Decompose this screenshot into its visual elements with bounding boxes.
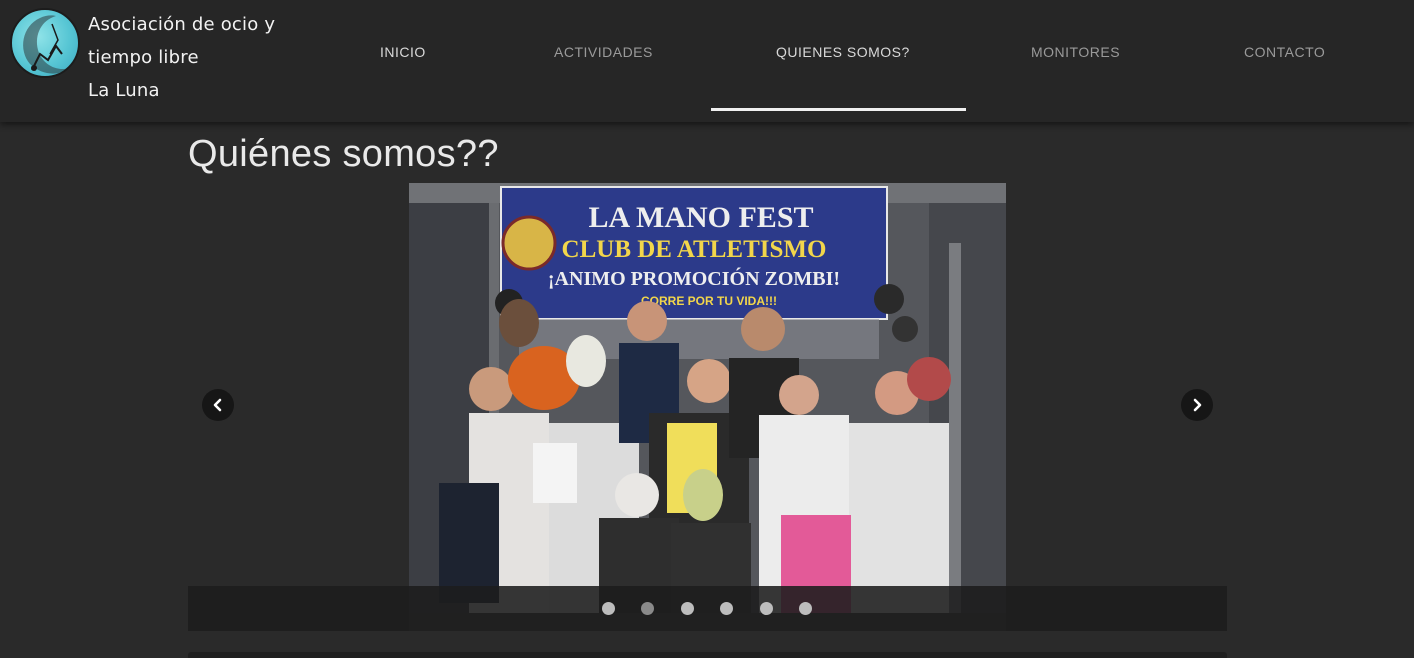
slider-prev-button[interactable] — [202, 389, 234, 421]
nav-item-monitores[interactable]: MONITORES — [1031, 44, 1120, 60]
banner-text-4: CORRE POR TU VIDA!!! — [641, 294, 777, 308]
chevron-right-icon — [1193, 398, 1202, 412]
slider-dot-6[interactable] — [799, 602, 812, 615]
slider-dot-2[interactable] — [641, 602, 654, 615]
slider-next-button[interactable] — [1181, 389, 1213, 421]
image-slider: LA MANO FEST CLUB DE ATLETISMO ¡ANIMO PR… — [188, 183, 1227, 631]
banner-text-2: CLUB DE ATLETISMO — [562, 236, 827, 263]
slider-dots — [188, 602, 1227, 616]
banner-text-1: LA MANO FEST — [588, 201, 813, 234]
nav-item-actividades[interactable]: ACTIVIDADES — [554, 44, 653, 60]
active-nav-indicator — [711, 108, 966, 111]
slider-dot-1[interactable] — [602, 602, 615, 615]
slider-dot-5[interactable] — [760, 602, 773, 615]
group-photo-illustration: LA MANO FEST CLUB DE ATLETISMO ¡ANIMO PR… — [409, 183, 1006, 631]
site-header: Asociación de ocio y tiempo libre La Lun… — [0, 0, 1414, 122]
slider-dot-3[interactable] — [681, 602, 694, 615]
nav-item-inicio[interactable]: INICIO — [380, 44, 426, 60]
slider-dot-4[interactable] — [720, 602, 733, 615]
page-title: Quiénes somos?? — [188, 133, 499, 175]
slide-image: LA MANO FEST CLUB DE ATLETISMO ¡ANIMO PR… — [409, 183, 1006, 631]
nav-item-contacto[interactable]: CONTACTO — [1244, 44, 1325, 60]
banner-text-3: ¡ANIMO PROMOCIÓN ZOMBI! — [548, 266, 840, 290]
nav-item-quienes-somos[interactable]: QUIENES SOMOS? — [776, 44, 910, 60]
main-nav: INICIO ACTIVIDADES QUIENES SOMOS? MONITO… — [0, 0, 1414, 122]
content-panel-top — [188, 652, 1227, 658]
chevron-left-icon — [213, 398, 222, 412]
